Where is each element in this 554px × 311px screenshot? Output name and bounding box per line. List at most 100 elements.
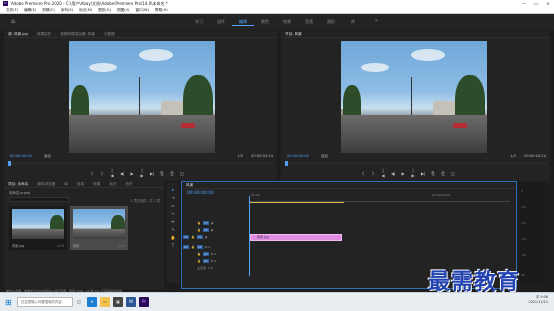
project-item[interactable]: 风景 4:29 xyxy=(70,206,128,250)
taskbar-search-input[interactable]: 在这里输入你要搜索的内容 xyxy=(17,297,73,307)
edge-icon[interactable]: e xyxy=(87,297,97,307)
work-area-bar[interactable] xyxy=(250,202,344,203)
menu-window[interactable]: 窗口(W) xyxy=(135,8,149,13)
source-video-frame[interactable] xyxy=(69,41,215,153)
tab-audio-clip-mixer[interactable]: 音频剪辑混合器: 风景 xyxy=(60,32,95,37)
overwrite-icon[interactable]: ⎗ xyxy=(170,171,174,176)
menu-help[interactable]: 帮助(H) xyxy=(155,8,168,13)
go-to-in-icon[interactable]: |◀ xyxy=(110,168,114,178)
play-icon[interactable]: ▶ xyxy=(401,171,405,176)
workspace-tab-assembly[interactable]: 组件 xyxy=(210,19,232,26)
program-fit-select[interactable]: 适合 xyxy=(321,154,328,159)
program-video-frame[interactable] xyxy=(341,41,487,153)
go-to-out-icon[interactable]: ▶| xyxy=(421,171,425,176)
workspace-tab-color[interactable]: 颜色 xyxy=(254,19,276,26)
source-fit-select[interactable]: 适合 xyxy=(44,154,51,159)
type-tool-icon[interactable]: T xyxy=(172,242,174,250)
workspace-tab-libraries[interactable]: 库 xyxy=(342,19,364,26)
track-label[interactable]: V3 xyxy=(202,220,209,225)
slip-tool-icon[interactable]: ⇹ xyxy=(171,218,174,226)
source-scrub-bar[interactable] xyxy=(10,162,273,165)
workspace-tab-editing[interactable]: 编辑 xyxy=(232,19,254,26)
premiere-taskbar-icon[interactable]: Pr xyxy=(139,297,149,307)
export-frame-icon[interactable]: ◫ xyxy=(451,171,455,176)
tab-media-browser[interactable]: 媒体浏览器 xyxy=(37,182,55,187)
track-select-tool-icon[interactable]: ⇥ xyxy=(171,194,174,202)
track-label[interactable]: V2 xyxy=(202,227,209,232)
timeline-timecode[interactable]: 00:00:00:00 xyxy=(187,191,214,196)
workspace-overflow-icon[interactable]: » xyxy=(375,18,378,24)
insert-icon[interactable]: ⎘ xyxy=(160,171,164,176)
tab-project[interactable]: 项目: 未命名 xyxy=(8,182,28,187)
tab-libraries[interactable]: 库 xyxy=(64,182,68,187)
razor-tool-icon[interactable]: ✂ xyxy=(171,210,174,218)
menu-view[interactable]: 视图(V) xyxy=(117,8,129,13)
source-playhead[interactable] xyxy=(8,161,11,166)
menu-markers[interactable]: 标记(M) xyxy=(79,8,92,13)
hand-tool-icon[interactable]: ✋ xyxy=(171,234,176,242)
step-forward-icon[interactable]: |▶ xyxy=(140,168,144,178)
tab-program[interactable]: 节目: 风景 xyxy=(285,32,302,37)
track-label[interactable]: A1 xyxy=(196,244,203,249)
selection-tool-icon[interactable]: ▸ xyxy=(172,186,174,194)
source-timecode[interactable]: 00:00:00:00 xyxy=(10,154,32,158)
ripple-edit-tool-icon[interactable]: ⇔ xyxy=(171,202,174,210)
step-back-icon[interactable]: ◀| xyxy=(391,171,395,176)
tab-metadata[interactable]: 元数据 xyxy=(104,32,115,37)
menu-clip[interactable]: 剪辑(C) xyxy=(42,8,55,13)
track-label[interactable]: V1 xyxy=(196,234,203,239)
master-volume[interactable]: 0.0 xyxy=(208,266,213,270)
word-icon[interactable]: W xyxy=(126,297,136,307)
source-patch-v1[interactable]: V1 xyxy=(183,234,189,239)
program-resolution-select[interactable]: 1/2 xyxy=(510,154,516,158)
maximize-button[interactable]: ☐ xyxy=(530,1,542,6)
menu-file[interactable]: 文件(F) xyxy=(6,8,18,13)
timeline-clip[interactable]: 风景.jpg xyxy=(250,234,342,241)
menu-graphics[interactable]: 图形(G) xyxy=(98,8,111,13)
tab-info[interactable]: 信息 xyxy=(77,182,84,187)
task-view-icon[interactable]: ◫ xyxy=(74,297,84,307)
tab-source[interactable]: 源: 风景.jpg xyxy=(8,32,28,37)
go-to-out-icon[interactable]: ▶| xyxy=(150,171,154,176)
project-item[interactable]: 风景.jpg 4:29 xyxy=(9,206,67,250)
track-label[interactable]: A3 xyxy=(202,258,209,263)
mark-in-icon[interactable]: { xyxy=(90,171,94,176)
workspace-tab-graphics[interactable]: 图形 xyxy=(320,19,342,26)
program-timecode[interactable]: 00:00:00:00 xyxy=(287,154,309,158)
store-icon[interactable]: ▦ xyxy=(113,297,123,307)
program-playhead[interactable] xyxy=(285,161,288,166)
program-scrub-bar[interactable] xyxy=(287,162,546,165)
tab-markers[interactable]: 标记 xyxy=(109,182,116,187)
mark-out-icon[interactable]: } xyxy=(371,171,375,176)
track-label[interactable]: A2 xyxy=(202,251,209,256)
tab-effect-controls[interactable]: 效果控件 xyxy=(37,32,51,37)
folder-icon[interactable]: ▭ xyxy=(100,297,110,307)
source-resolution-select[interactable]: 1/2 xyxy=(237,154,243,158)
mark-out-icon[interactable]: } xyxy=(100,171,104,176)
minimize-button[interactable]: — xyxy=(518,1,530,6)
tab-sequence[interactable]: 风景 xyxy=(186,183,193,188)
home-icon[interactable]: ⌂ xyxy=(9,18,17,26)
ime-indicator[interactable]: 中 xyxy=(536,295,539,299)
go-to-in-icon[interactable]: |◀ xyxy=(381,168,385,178)
mark-in-icon[interactable]: { xyxy=(361,171,365,176)
menu-sequence[interactable]: 序列(S) xyxy=(61,8,73,13)
menu-edit[interactable]: 编辑(E) xyxy=(24,8,36,13)
pen-tool-icon[interactable]: ✎ xyxy=(171,226,174,234)
windows-start-icon[interactable]: ⊞ xyxy=(5,298,14,307)
workspace-tab-effects[interactable]: 效果 xyxy=(276,19,298,26)
lift-icon[interactable]: ⎘ xyxy=(431,171,435,176)
play-icon[interactable]: ▶ xyxy=(130,171,134,176)
workspace-tab-audio[interactable]: 音频 xyxy=(298,19,320,26)
project-search-input[interactable] xyxy=(9,197,69,202)
step-forward-icon[interactable]: |▶ xyxy=(411,168,415,178)
tab-history[interactable]: 历史 xyxy=(125,182,132,187)
system-tray[interactable]: 中 9:06 2021/11/12 xyxy=(528,295,548,305)
close-button[interactable]: ✕ xyxy=(542,1,554,6)
source-patch-a1[interactable]: A1 xyxy=(183,244,189,249)
extract-icon[interactable]: ⎗ xyxy=(441,171,445,176)
step-back-icon[interactable]: ◀| xyxy=(120,171,124,176)
export-frame-icon[interactable]: ◫ xyxy=(180,171,184,176)
tab-effects[interactable]: 效果 xyxy=(93,182,100,187)
workspace-tab-learn[interactable]: 学习 xyxy=(188,19,210,26)
